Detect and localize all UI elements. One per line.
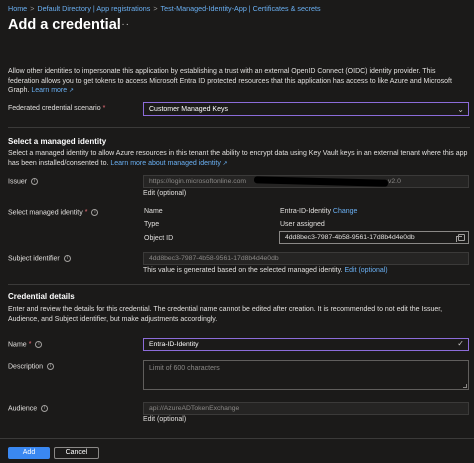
- object-id-value: 4dd8bec3-7987-4b58-9561-17d8b4d4e0db: [285, 234, 415, 241]
- description-placeholder: Limit of 600 characters: [149, 365, 220, 372]
- name-label-text: Name: [8, 341, 27, 349]
- resize-handle-icon[interactable]: [463, 384, 467, 388]
- add-button[interactable]: Add: [8, 447, 50, 459]
- info-icon[interactable]: i: [91, 209, 99, 216]
- managed-identity-heading: Select a managed identity: [8, 137, 107, 146]
- required-indicator: *: [84, 209, 88, 217]
- subject-identifier-input[interactable]: 4dd8bec3-7987-4b58-9561-17d8b4d4e0db: [143, 252, 469, 265]
- subject-identifier-note: This value is generated based on the sel…: [143, 267, 388, 274]
- object-id-field[interactable]: 4dd8bec3-7987-4b58-9561-17d8b4d4e0db: [279, 231, 469, 244]
- breadcrumb-home[interactable]: Home: [8, 4, 27, 13]
- external-link-icon[interactable]: ↗: [221, 161, 228, 167]
- audience-edit-link[interactable]: Edit (optional): [143, 416, 186, 423]
- identity-change-link[interactable]: Change: [333, 208, 358, 215]
- intro-learn-more-link[interactable]: Learn more: [31, 87, 67, 94]
- issuer-value-end: v2.0: [388, 178, 401, 185]
- description-textarea[interactable]: Limit of 600 characters: [143, 360, 469, 390]
- name-input-value: Entra-ID-Identity: [149, 341, 199, 348]
- managed-identity-learn-more-link[interactable]: Learn more about managed identity: [110, 160, 221, 167]
- page-title: Add a credential: [8, 17, 121, 33]
- subject-identifier-label: Subject identifier i: [8, 255, 71, 262]
- info-icon[interactable]: i: [31, 178, 39, 185]
- info-icon[interactable]: i: [63, 255, 71, 262]
- issuer-edit-link[interactable]: Edit (optional): [143, 190, 186, 197]
- breadcrumb-separator: >: [153, 4, 158, 13]
- info-icon[interactable]: i: [41, 405, 49, 412]
- description-label: Description i: [8, 363, 55, 371]
- breadcrumb-separator: >: [30, 4, 35, 13]
- intro-description: Allow other identities to impersonate th…: [8, 68, 452, 94]
- chevron-down-icon: ⌄: [457, 105, 464, 114]
- breadcrumb-certificates-secrets[interactable]: Test-Managed-Identity-App | Certificates…: [161, 4, 321, 13]
- required-indicator: *: [102, 105, 106, 112]
- managed-identity-description: Select a managed identity to allow Azure…: [8, 150, 468, 167]
- credential-details-heading: Credential details: [8, 292, 75, 301]
- cancel-button[interactable]: Cancel: [54, 447, 99, 459]
- copy-icon[interactable]: [456, 234, 465, 242]
- audience-label-text: Audience: [8, 405, 38, 413]
- required-indicator: *: [28, 341, 32, 349]
- divider: [8, 127, 470, 128]
- subject-note-text: This value is generated based on the sel…: [143, 267, 343, 274]
- credential-details-description: Enter and review the details for this cr…: [8, 306, 443, 323]
- description-label-text: Description: [8, 363, 44, 371]
- scenario-select-value: Customer Managed Keys: [149, 106, 228, 113]
- divider: [8, 284, 470, 285]
- identity-type-value: User assigned: [280, 221, 325, 228]
- audience-input[interactable]: api://AzureADTokenExchange: [143, 402, 469, 415]
- more-icon[interactable]: ···: [117, 19, 130, 30]
- scenario-label-text: Federated credential scenario: [8, 105, 101, 112]
- audience-label: Audience i: [8, 405, 49, 413]
- external-link-icon[interactable]: ↗: [67, 88, 74, 94]
- identity-name-text: Entra-ID-Identity: [280, 208, 331, 215]
- breadcrumb: Home > Default Directory | App registratio…: [8, 4, 321, 13]
- checkmark-icon: ✓: [457, 339, 464, 348]
- scenario-label: Federated credential scenario *: [8, 105, 105, 112]
- name-label: Name * i: [8, 341, 43, 349]
- subject-edit-link[interactable]: Edit (optional): [344, 267, 387, 274]
- info-icon[interactable]: i: [47, 363, 55, 370]
- subject-identifier-label-text: Subject identifier: [8, 255, 60, 263]
- issuer-label-text: Issuer: [8, 178, 28, 186]
- intro-text: Allow other identities to impersonate th…: [8, 67, 468, 97]
- breadcrumb-app-registrations[interactable]: Default Directory | App registrations: [37, 4, 150, 13]
- identity-object-key: Object ID: [144, 235, 174, 242]
- info-icon[interactable]: i: [35, 341, 43, 348]
- identity-name-value: Entra-ID-Identity Change: [280, 208, 357, 215]
- identity-name-key: Name: [144, 208, 163, 215]
- scenario-select[interactable]: Customer Managed Keys ⌄: [143, 102, 469, 116]
- name-input[interactable]: Entra-ID-Identity ✓: [143, 338, 469, 351]
- footer-bar: Add Cancel: [0, 438, 474, 463]
- identity-type-key: Type: [144, 221, 160, 228]
- select-managed-identity-label-text: Select managed identity: [8, 209, 83, 217]
- issuer-value-start: https://login.microsoftonline.com: [149, 178, 247, 185]
- select-managed-identity-label: Select managed identity * i: [8, 209, 99, 217]
- managed-identity-text: Select a managed identity to allow Azure…: [8, 149, 468, 169]
- issuer-label: Issuer i: [8, 178, 39, 186]
